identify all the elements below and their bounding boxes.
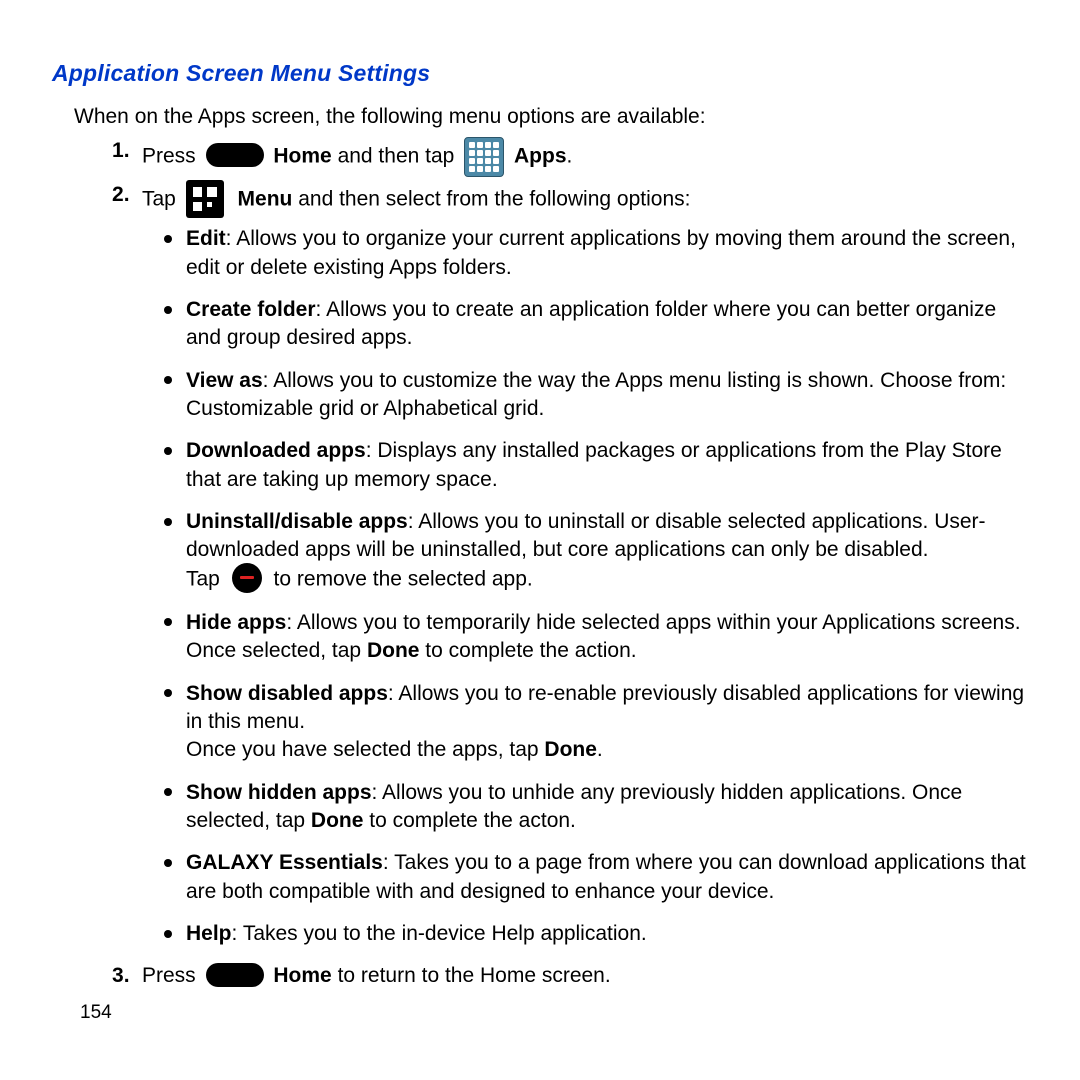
apps-grid-icon bbox=[464, 137, 504, 177]
txt: . bbox=[597, 738, 603, 761]
remove-line: Tap to remove the selected app. bbox=[186, 565, 1032, 595]
txt: and then tap bbox=[338, 145, 461, 168]
txt: and then select from the following optio… bbox=[298, 188, 690, 211]
txt: Press bbox=[142, 964, 202, 987]
opt-uninstall: Uninstall/disable apps: Allows you to un… bbox=[186, 508, 1032, 595]
colon: : bbox=[366, 439, 378, 462]
opt-name: Hide apps bbox=[186, 611, 286, 634]
page-number: 154 bbox=[80, 1000, 112, 1026]
done-label: Done bbox=[544, 738, 597, 761]
opt-name: Show hidden apps bbox=[186, 781, 372, 804]
colon: : bbox=[316, 298, 327, 321]
opt-name: Show disabled apps bbox=[186, 682, 388, 705]
step-3: Press Home to return to the Home screen. bbox=[112, 962, 1032, 990]
opt-name: Uninstall/disable apps bbox=[186, 510, 408, 533]
colon: : bbox=[226, 227, 237, 250]
page: Application Screen Menu Settings When on… bbox=[0, 0, 1080, 1080]
txt: Once you have selected the apps, tap bbox=[186, 738, 544, 761]
opt-show-disabled: Show disabled apps: Allows you to re-ena… bbox=[186, 680, 1032, 765]
colon: : bbox=[372, 781, 383, 804]
txt: Tap bbox=[142, 188, 182, 211]
opt-name: Downloaded apps bbox=[186, 439, 366, 462]
colon: : bbox=[408, 510, 419, 533]
opt-view-as: View as: Allows you to customize the way… bbox=[186, 367, 1032, 424]
remove-icon bbox=[232, 563, 262, 593]
step-2: Tap Menu and then select from the follow… bbox=[112, 181, 1032, 948]
opt-desc: Takes you to the in-device Help applicat… bbox=[243, 922, 647, 945]
opt-desc: Allows you to customize the way the Apps… bbox=[186, 369, 1006, 420]
txt: Press bbox=[142, 145, 202, 168]
colon: : bbox=[286, 611, 297, 634]
menu-overflow-icon bbox=[186, 180, 224, 218]
menu-label: Menu bbox=[238, 188, 293, 211]
txt: to complete the acton. bbox=[363, 809, 575, 832]
txt: to remove the selected app. bbox=[274, 567, 533, 590]
txt: to complete the action. bbox=[419, 639, 636, 662]
colon: : bbox=[232, 922, 243, 945]
home-button-icon bbox=[206, 963, 264, 987]
colon: : bbox=[388, 682, 399, 705]
txt: to return to the Home screen. bbox=[338, 964, 611, 987]
opt-edit: Edit: Allows you to organize your curren… bbox=[186, 225, 1032, 282]
opt-hide-apps: Hide apps: Allows you to temporarily hid… bbox=[186, 609, 1032, 666]
opt-name: Help bbox=[186, 922, 232, 945]
home-label: Home bbox=[273, 964, 331, 987]
colon: : bbox=[263, 369, 274, 392]
done-label: Done bbox=[367, 639, 420, 662]
intro-text: When on the Apps screen, the following m… bbox=[74, 103, 1032, 131]
home-button-icon bbox=[206, 143, 264, 167]
txt: Tap bbox=[186, 567, 226, 590]
opt-create-folder: Create folder: Allows you to create an a… bbox=[186, 296, 1032, 353]
home-label: Home bbox=[273, 145, 331, 168]
colon: : bbox=[383, 851, 394, 874]
opt-galaxy-essentials: GALAXY Essentials: Takes you to a page f… bbox=[186, 849, 1032, 906]
opt-desc: Allows you to organize your current appl… bbox=[186, 227, 1016, 278]
opt-show-hidden: Show hidden apps: Allows you to unhide a… bbox=[186, 779, 1032, 836]
steps-list: Press Home and then tap Apps. Tap Menu a… bbox=[52, 137, 1032, 990]
opt-name: Create folder bbox=[186, 298, 316, 321]
opt-name: View as bbox=[186, 369, 263, 392]
opt-name: Edit bbox=[186, 227, 226, 250]
step-1: Press Home and then tap Apps. bbox=[112, 137, 1032, 177]
options-list: Edit: Allows you to organize your curren… bbox=[142, 225, 1032, 948]
done-label: Done bbox=[311, 809, 364, 832]
apps-label: Apps bbox=[514, 145, 567, 168]
section-title: Application Screen Menu Settings bbox=[52, 58, 1032, 89]
opt-downloaded: Downloaded apps: Displays any installed … bbox=[186, 437, 1032, 494]
opt-name: GALAXY Essentials bbox=[186, 851, 383, 874]
txt: . bbox=[567, 145, 573, 168]
opt-help: Help: Takes you to the in-device Help ap… bbox=[186, 920, 1032, 948]
